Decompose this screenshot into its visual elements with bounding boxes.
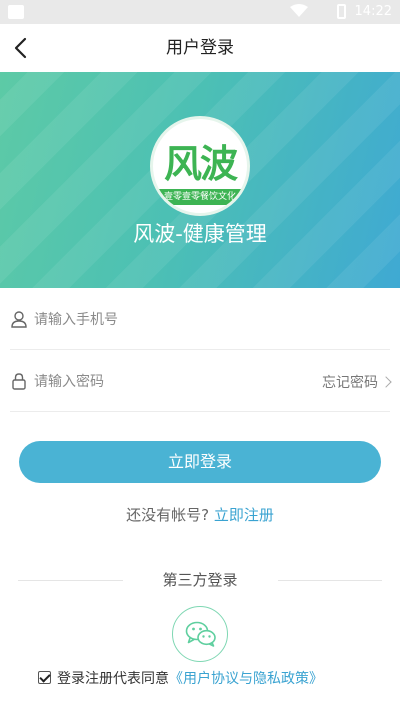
chevron-left-icon [14,37,27,59]
page-title: 用户登录 [166,38,234,58]
password-input[interactable] [34,370,294,394]
phone-field-row [10,290,390,350]
app-name: 风波-健康管理 [133,222,267,246]
chevron-right-icon [380,376,392,388]
lock-icon [12,373,26,390]
status-time: 14:22 [354,4,392,19]
register-row: 还没有帐号? 立即注册 [0,504,400,525]
app-logo: 风波 壹零壹零餐饮文化 [150,116,250,216]
hero-banner: 风波 壹零壹零餐饮文化 风波-健康管理 [0,72,400,288]
wechat-icon [185,621,216,647]
notification-icon [8,5,24,19]
password-field-row: 忘记密码 [10,352,392,412]
agreement-checkbox[interactable] [38,671,51,684]
agreement-text: 登录注册代表同意 [57,671,169,687]
back-button[interactable] [8,34,36,62]
register-prompt: 还没有帐号? [126,506,210,524]
logo-text: 风波 [163,142,238,186]
login-button[interactable]: 立即登录 [19,441,381,483]
register-link[interactable]: 立即注册 [214,506,274,524]
forgot-password-link[interactable]: 忘记密码 [322,372,392,392]
user-icon [11,311,27,328]
wechat-login-button[interactable] [172,606,228,662]
logo-band: 壹零壹零餐饮文化 [153,189,247,205]
phone-input[interactable] [34,308,294,332]
status-bar: 14:22 [0,0,400,24]
agreement-row: 登录注册代表同意《用户协议与隐私政策》 [38,668,388,688]
battery-icon [337,4,346,19]
nav-bar: 用户登录 [0,24,400,72]
wifi-icon [290,4,308,17]
third-party-title: 第三方登录 [162,571,238,589]
agreement-link[interactable]: 《用户协议与隐私政策》 [169,671,323,687]
forgot-password-label: 忘记密码 [322,375,378,391]
